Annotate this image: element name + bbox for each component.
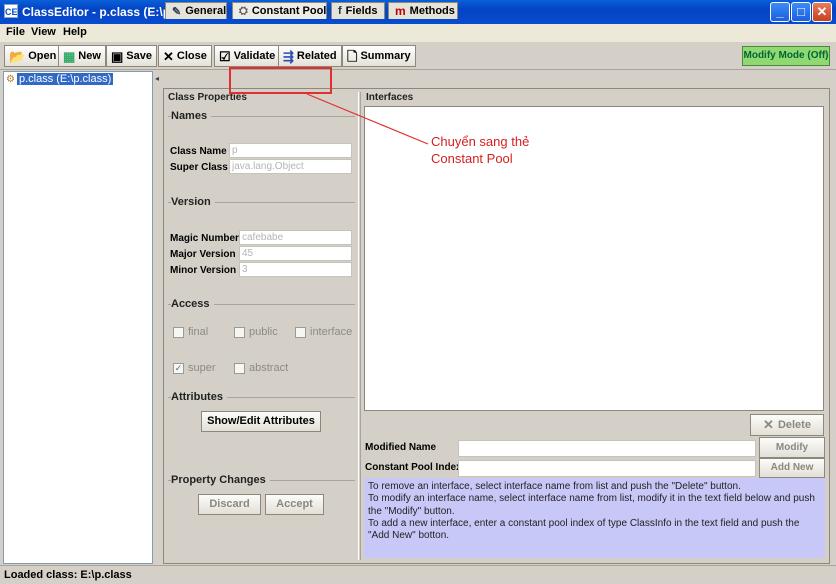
tree-item-class[interactable]: ⚙ p.class (E:\p.class) (6, 73, 114, 85)
menu-file[interactable]: File (6, 26, 25, 38)
constant-pool-icon: ⛭ (239, 4, 248, 17)
checkbox-box (234, 362, 245, 374)
minimize-button[interactable]: _ (770, 2, 790, 22)
toolbar: 📂 Open ▦ New ▣ Save ✕ Close ☑ Validate ⇶… (0, 42, 836, 70)
annotation-text: Chuyển sang thẻ Constant Pool (431, 133, 529, 167)
tree-item-label: p.class (E:\p.class) (16, 73, 114, 85)
access-group-title: Access (171, 298, 214, 310)
property-changes-group (168, 480, 355, 530)
tab-constant-pool[interactable]: ⛭ Constant Pool (232, 2, 327, 19)
app-icon: CE (4, 4, 18, 18)
menu-help[interactable]: Help (63, 26, 87, 38)
abstract-checkbox[interactable]: abstract (234, 362, 288, 374)
close-x-icon: ✕ (163, 48, 174, 64)
modified-name-field[interactable] (458, 440, 756, 457)
summary-button[interactable]: 🗋 Summary (342, 45, 416, 67)
public-checkbox[interactable]: public (234, 326, 278, 338)
status-bar: Loaded class: E:\p.class (0, 565, 836, 584)
splitter[interactable] (153, 71, 161, 564)
class-file-icon: ⚙ (6, 73, 15, 85)
help-text-panel: To remove an interface, select interface… (364, 478, 825, 558)
validate-button[interactable]: ☑ Validate (214, 45, 281, 67)
major-version-field[interactable]: 45 (239, 246, 352, 261)
maximize-button[interactable]: □ (791, 2, 811, 22)
checkbox-box (295, 326, 306, 338)
open-folder-icon: 📂 (9, 48, 26, 64)
modify-button[interactable]: Modify (759, 437, 825, 458)
accept-button[interactable]: Accept (265, 494, 324, 515)
close-button[interactable]: ✕ Close (158, 45, 212, 67)
magic-number-label: Magic Number (170, 233, 239, 244)
constant-pool-index-label: Constant Pool Index (365, 462, 462, 473)
field-icon: f (338, 5, 342, 17)
minor-version-label: Minor Version (170, 265, 237, 276)
modified-name-label: Modified Name (365, 442, 437, 453)
collapse-arrow-icon[interactable]: ◂ (155, 74, 159, 83)
checkbox-box (173, 326, 184, 338)
major-version-label: Major Version (170, 249, 236, 260)
save-button[interactable]: ▣ Save (106, 45, 157, 67)
checkbox-box (234, 326, 245, 338)
tab-general[interactable]: ✎ General (165, 2, 227, 19)
annotation-highlight-box (229, 67, 332, 94)
related-icon: ⇶ (283, 48, 294, 64)
attributes-group-title: Attributes (171, 391, 227, 403)
show-edit-attributes-button[interactable]: Show/Edit Attributes (201, 411, 321, 432)
modify-mode-button[interactable]: Modify Mode (Off) (742, 46, 830, 66)
help-line-remove: To remove an interface, select interface… (368, 481, 741, 492)
new-button[interactable]: ▦ New (58, 45, 106, 67)
open-button[interactable]: 📂 Open (4, 45, 62, 67)
add-new-button[interactable]: Add New (759, 458, 825, 478)
checkmark-icon: ✓ (173, 362, 184, 374)
new-file-icon: ▦ (63, 48, 76, 64)
interfaces-title: Interfaces (366, 92, 414, 103)
constant-pool-index-field[interactable] (458, 460, 756, 477)
version-group-title: Version (171, 196, 215, 208)
method-icon: m (395, 4, 406, 18)
class-name-field[interactable]: p (229, 143, 352, 158)
super-class-label: Super Class (170, 162, 228, 173)
names-group-title: Names (171, 110, 212, 122)
minor-version-field[interactable]: 3 (239, 262, 352, 277)
help-line-modify: To modify an interface name, select inte… (368, 493, 815, 517)
menu-bar: File View Help (0, 24, 836, 42)
checkbox-icon: ☑ (219, 48, 231, 64)
column-divider (358, 92, 361, 560)
delete-x-icon: ✕ (763, 417, 774, 432)
close-window-button[interactable]: ✕ (812, 2, 832, 22)
super-class-field[interactable]: java.lang.Object (229, 159, 352, 174)
menu-view[interactable]: View (31, 26, 56, 38)
tab-fields[interactable]: f Fields (331, 2, 385, 19)
tab-methods[interactable]: m Methods (388, 2, 458, 19)
document-icon: 🗋 (347, 48, 358, 64)
property-changes-title: Property Changes (171, 474, 270, 486)
class-name-label: Class Name (170, 146, 227, 157)
interface-checkbox[interactable]: interface (295, 326, 352, 338)
magic-number-field[interactable]: cafebabe (239, 230, 352, 245)
annotation-line-2: Constant Pool (431, 151, 513, 166)
floppy-disk-icon: ▣ (111, 48, 124, 64)
super-checkbox[interactable]: ✓ super (173, 362, 216, 374)
annotation-line-1: Chuyển sang thẻ (431, 134, 530, 149)
related-button[interactable]: ⇶ Related (278, 45, 342, 67)
pencil-icon: ✎ (172, 5, 182, 18)
discard-button[interactable]: Discard (198, 494, 261, 515)
status-text: Loaded class: E:\p.class (4, 569, 132, 581)
delete-button[interactable]: ✕ Delete (750, 414, 824, 436)
class-tree[interactable]: ⚙ p.class (E:\p.class) (3, 71, 153, 564)
help-line-add: To add a new interface, enter a constant… (368, 517, 800, 542)
final-checkbox[interactable]: final (173, 326, 208, 338)
